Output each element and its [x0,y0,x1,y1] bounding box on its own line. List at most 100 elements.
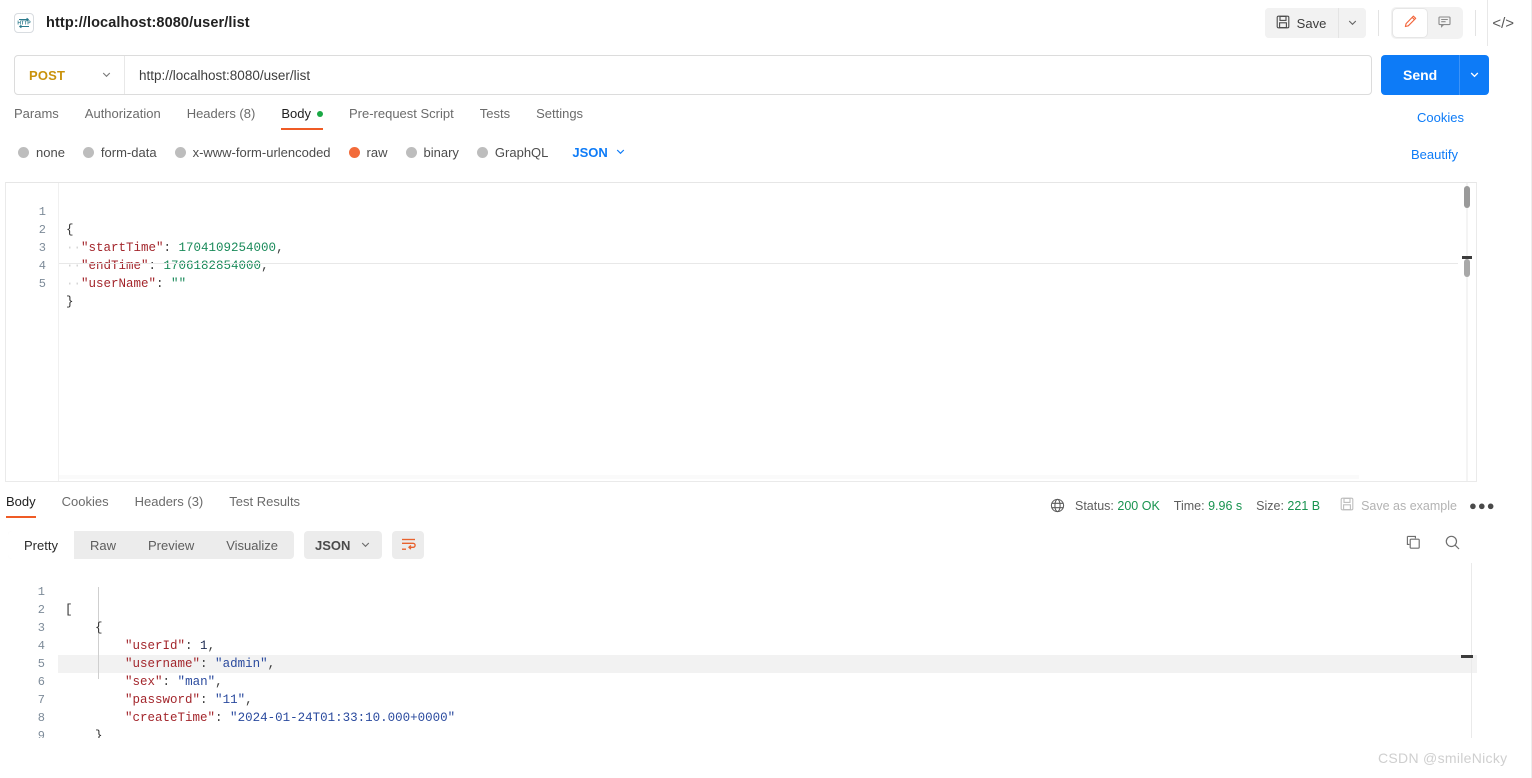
save-button[interactable]: Save [1264,8,1339,38]
floppy-disk-icon [1276,15,1290,32]
ellipsis-icon[interactable]: ●●● [1469,498,1496,513]
body-type-selector: none form-data x-www-form-urlencoded raw… [18,145,626,160]
vertical-scrollbar-thumb-2[interactable] [1464,259,1470,277]
tab-authorization[interactable]: Authorization [85,106,161,130]
send-options-caret[interactable] [1459,55,1490,95]
code-line: 3 ··"endTime": 1706182854000, [6,221,1476,273]
response-toolbar: Pretty Raw Preview Visualize JSON [8,531,425,559]
response-time: Time: 9.96 s [1174,499,1242,513]
beautify-link[interactable]: Beautify [1411,147,1458,162]
tab-pre-request-script[interactable]: Pre-request Script [349,106,454,130]
request-title: http://localhost:8080/user/list [46,15,250,31]
body-type-form-data[interactable]: form-data [82,145,157,160]
chevron-down-icon [1347,16,1358,31]
code-line: 4 "username": "admin", [5,619,1477,671]
status-label: Status: [1075,498,1114,513]
edit-mode-button[interactable] [1393,9,1428,37]
save-as-example-button[interactable]: Save as example [1340,497,1457,514]
view-mode-visualize[interactable]: Visualize [210,531,294,559]
code-line: 9 ] [5,709,1477,738]
line-text: ··"userName": "" [66,277,187,291]
word-wrap-button[interactable] [392,531,425,559]
size-value: 221 B [1287,498,1321,513]
view-mode-pretty[interactable]: Pretty [8,531,74,559]
scrollbar-track [1466,183,1468,481]
body-type-urlencoded-label: x-www-form-urlencoded [192,145,331,160]
response-format-selector[interactable]: JSON [304,531,383,559]
divider-2 [1475,10,1477,36]
tab-params[interactable]: Params [14,106,59,130]
tab-body[interactable]: Body [281,106,323,130]
line-text: } [65,729,103,738]
comment-icon [1437,14,1452,32]
top-bar-actions: Save </> [1264,7,1518,39]
code-line: 1 [ [5,565,1477,617]
chevron-down-icon [1469,68,1480,83]
url-input-wrap: POST [14,55,1372,95]
response-status-bar: Status: 200 OK Time: 9.96 s Size: 221 B … [1050,497,1496,514]
comment-mode-button[interactable] [1427,9,1461,37]
response-tab-cookies[interactable]: Cookies [62,494,109,518]
divider [1378,10,1380,36]
code-line: 3 "userId": 1, [5,601,1477,653]
code-line: 5 } [6,257,1476,309]
response-tab-headers[interactable]: Headers (3) [135,494,204,518]
code-line: 8 } [5,691,1477,738]
chevron-down-icon [360,538,371,553]
chevron-down-icon [101,68,112,83]
time-value: 9.96 s [1208,498,1243,513]
vertical-scrollbar-thumb[interactable] [1464,186,1470,208]
radio-icon [174,147,186,158]
request-tabs: Params Authorization Headers (8) Body Pr… [14,106,1454,134]
search-button[interactable] [1444,534,1461,554]
tab-settings[interactable]: Settings [536,106,583,130]
code-line: 1 { [6,185,1476,237]
url-input[interactable] [125,56,1371,94]
response-code-area: 1 [ 2 { 3 "userId": 1, 4 "username": "ad… [5,565,1477,738]
code-line: 4 ··"userName": "" [6,239,1476,291]
code-line: 5 "sex": "man", [5,637,1477,689]
time-label: Time: [1173,498,1205,513]
request-code-area: 1 { 2 ··"startTime": 1704109254000, 3 ··… [6,185,1476,309]
code-snippet-button[interactable]: </> [1488,15,1518,32]
line-number: 5 [38,277,46,291]
globe-icon [1050,498,1065,513]
radio-icon [405,147,417,158]
response-tab-body[interactable]: Body [6,494,36,518]
send-button[interactable]: Send [1381,55,1460,95]
body-type-graphql-label: GraphQL [494,145,549,160]
view-mode-raw[interactable]: Raw [74,531,132,559]
tab-headers-label: Headers (8) [186,106,256,121]
code-line: 6 "password": "11", [5,655,1477,707]
response-body-viewer[interactable]: 1 [ 2 { 3 "userId": 1, 4 "username": "ad… [5,563,1477,738]
save-button-label: Save [1296,15,1327,31]
body-type-raw-label: raw [366,145,388,160]
watermark: CSDN @smileNicky [1378,750,1508,766]
body-format-selector[interactable]: JSON [572,145,625,160]
top-bar: HTTP http://localhost:8080/user/list Sav… [0,0,1532,46]
search-icon [1444,534,1461,554]
view-mode-preview[interactable]: Preview [132,531,210,559]
response-tab-test-results[interactable]: Test Results [229,494,300,518]
horizontal-scrollbar[interactable] [59,475,1359,479]
tab-tests[interactable]: Tests [480,106,510,130]
body-type-raw[interactable]: raw [348,145,388,160]
code-line: 2 { [5,583,1477,635]
copy-button[interactable] [1405,534,1422,554]
save-button-group: Save [1264,8,1367,38]
size-label: Size: [1256,498,1284,513]
body-type-none-label: none [36,145,65,160]
cookies-link[interactable]: Cookies [1417,110,1464,125]
body-type-graphql[interactable]: GraphQL [476,145,549,160]
request-body-editor[interactable]: 1 { 2 ··"startTime": 1704109254000, 3 ··… [5,182,1477,482]
body-type-none[interactable]: none [18,145,65,160]
method-selector[interactable]: POST [15,56,125,94]
status-code: Status: 200 OK [1075,499,1160,513]
body-type-binary[interactable]: binary [405,145,459,160]
line-text: } [66,295,74,309]
save-options-caret[interactable] [1338,8,1367,38]
word-wrap-icon [400,536,417,554]
tab-headers[interactable]: Headers (8) [187,106,256,130]
body-type-urlencoded[interactable]: x-www-form-urlencoded [174,145,331,160]
status-value: 200 OK [1117,498,1160,513]
